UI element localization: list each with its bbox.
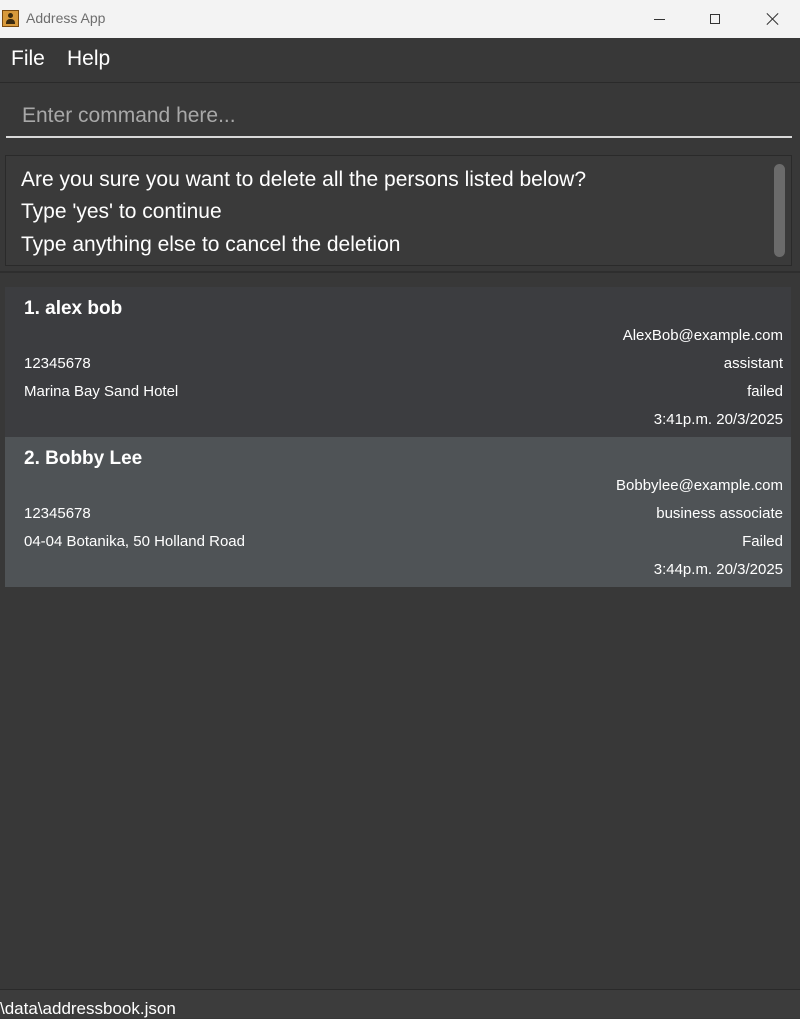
status-bar: \data\addressbook.json [0, 989, 800, 1018]
title-bar: Address App [0, 0, 800, 38]
person-time: 3:41p.m. 20/3/2025 [653, 411, 783, 428]
result-display: Are you sure you want to delete all the … [5, 155, 792, 266]
person-address: Marina Bay Sand Hotel [24, 383, 179, 400]
person-phone: 12345678 [24, 505, 91, 522]
person-status: Failed [742, 533, 783, 550]
result-line: Type 'yes' to continue [21, 200, 222, 223]
person-name: 2. Bobby Lee [24, 448, 143, 469]
menu-file[interactable]: File [11, 47, 45, 71]
address-book-icon [2, 10, 19, 27]
person-address: 04-04 Botanika, 50 Holland Road [24, 533, 245, 550]
menu-help[interactable]: Help [67, 47, 110, 71]
person-name: 1. alex bob [24, 298, 123, 319]
command-input[interactable] [20, 100, 784, 132]
person-email: AlexBob@example.com [622, 327, 783, 344]
result-line: Type anything else to cancel the deletio… [21, 233, 401, 256]
command-box [6, 92, 792, 138]
person-email: Bobbylee@example.com [616, 477, 783, 494]
person-list: 1. alex bob AlexBob@example.com 12345678… [5, 287, 791, 587]
result-scrollbar[interactable] [774, 164, 785, 257]
person-role: assistant [723, 355, 783, 372]
person-status: failed [747, 383, 783, 400]
minimize-icon [653, 18, 665, 20]
minimize-button[interactable] [630, 0, 688, 38]
person-time: 3:44p.m. 20/3/2025 [653, 561, 783, 578]
maximize-button[interactable] [686, 0, 744, 38]
person-role: business associate [656, 505, 783, 522]
save-location: \data\addressbook.json [0, 999, 176, 1018]
close-icon [767, 13, 779, 25]
person-phone: 12345678 [24, 355, 91, 372]
close-button[interactable] [744, 0, 800, 38]
menu-bar: File Help [0, 38, 800, 83]
maximize-icon [710, 14, 720, 24]
person-card-selected[interactable]: 2. Bobby Lee Bobbylee@example.com 123456… [5, 437, 791, 587]
divider [0, 271, 800, 273]
person-card[interactable]: 1. alex bob AlexBob@example.com 12345678… [5, 287, 791, 437]
result-line: Are you sure you want to delete all the … [21, 168, 587, 191]
window-title: Address App [26, 10, 106, 26]
